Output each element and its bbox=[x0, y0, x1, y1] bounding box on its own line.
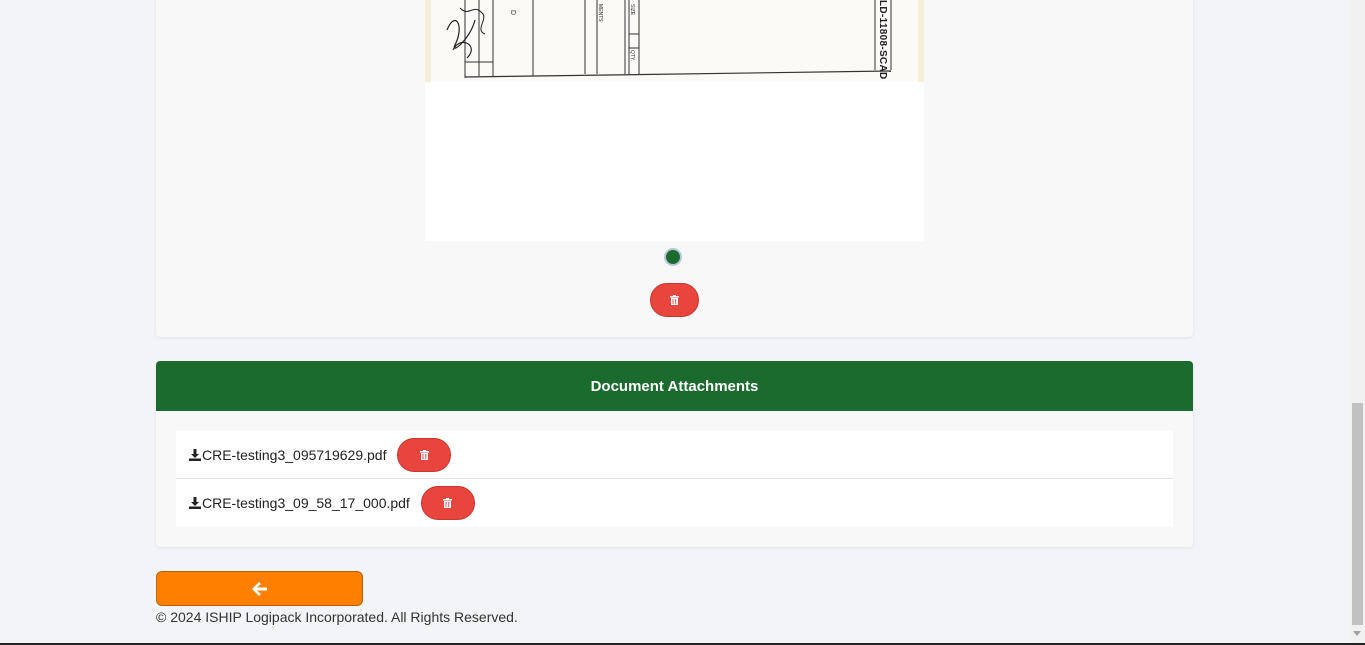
trash-icon bbox=[670, 295, 679, 305]
arrow-left-icon bbox=[252, 581, 267, 596]
attachment-download-link[interactable]: CRE-testing3_095719629.pdf bbox=[189, 447, 386, 463]
attachment-filename: CRE-testing3_095719629.pdf bbox=[202, 446, 387, 463]
attachments-list: CRE-testing3_095719629.pdf CRE-testing3_… bbox=[176, 431, 1173, 527]
document-scan-svg: D MENTS SIZE QTY. bbox=[425, 0, 924, 241]
scrollbar-thumb[interactable] bbox=[1352, 403, 1363, 625]
page: D MENTS SIZE QTY. LD-11808-SCAD Document… bbox=[0, 0, 1365, 645]
image-preview-card: D MENTS SIZE QTY. LD-11808-SCAD bbox=[156, 0, 1193, 337]
attachment-filename: CRE-testing3_09_58_17_000.pdf bbox=[202, 495, 410, 511]
scroll-down-arrow-icon[interactable] bbox=[1353, 631, 1361, 636]
delete-image-button[interactable] bbox=[650, 283, 699, 317]
carousel-indicator-dot[interactable] bbox=[666, 250, 680, 264]
attachment-row: CRE-testing3_09_58_17_000.pdf bbox=[176, 479, 1173, 527]
svg-text:D: D bbox=[509, 10, 516, 15]
svg-text:QTY.: QTY. bbox=[629, 50, 635, 61]
back-button[interactable] bbox=[156, 571, 363, 606]
footer-copyright: © 2024 ISHIP Logipack Incorporated. All … bbox=[156, 609, 518, 625]
download-icon bbox=[189, 497, 201, 509]
document-scan-image: D MENTS SIZE QTY. LD-11808-SCAD bbox=[425, 0, 924, 241]
attachment-row: CRE-testing3_095719629.pdf bbox=[176, 431, 1173, 479]
attachments-title: Document Attachments bbox=[590, 377, 759, 395]
delete-attachment-button[interactable] bbox=[420, 486, 475, 520]
svg-text:SIZE: SIZE bbox=[629, 4, 635, 16]
svg-text:MENTS: MENTS bbox=[597, 4, 603, 22]
download-icon bbox=[189, 448, 201, 461]
trash-icon bbox=[419, 449, 429, 460]
document-attachments-card: Document Attachments CRE-testing3_095719… bbox=[156, 361, 1193, 547]
attachment-download-link[interactable]: CRE-testing3_09_58_17_000.pdf bbox=[189, 495, 410, 511]
delete-attachment-button[interactable] bbox=[397, 437, 452, 472]
vertical-scrollbar[interactable] bbox=[1350, 0, 1365, 645]
document-code-text: LD-11808-SCAD bbox=[877, 0, 888, 80]
trash-icon bbox=[443, 498, 453, 508]
attachments-header: Document Attachments bbox=[156, 361, 1193, 411]
